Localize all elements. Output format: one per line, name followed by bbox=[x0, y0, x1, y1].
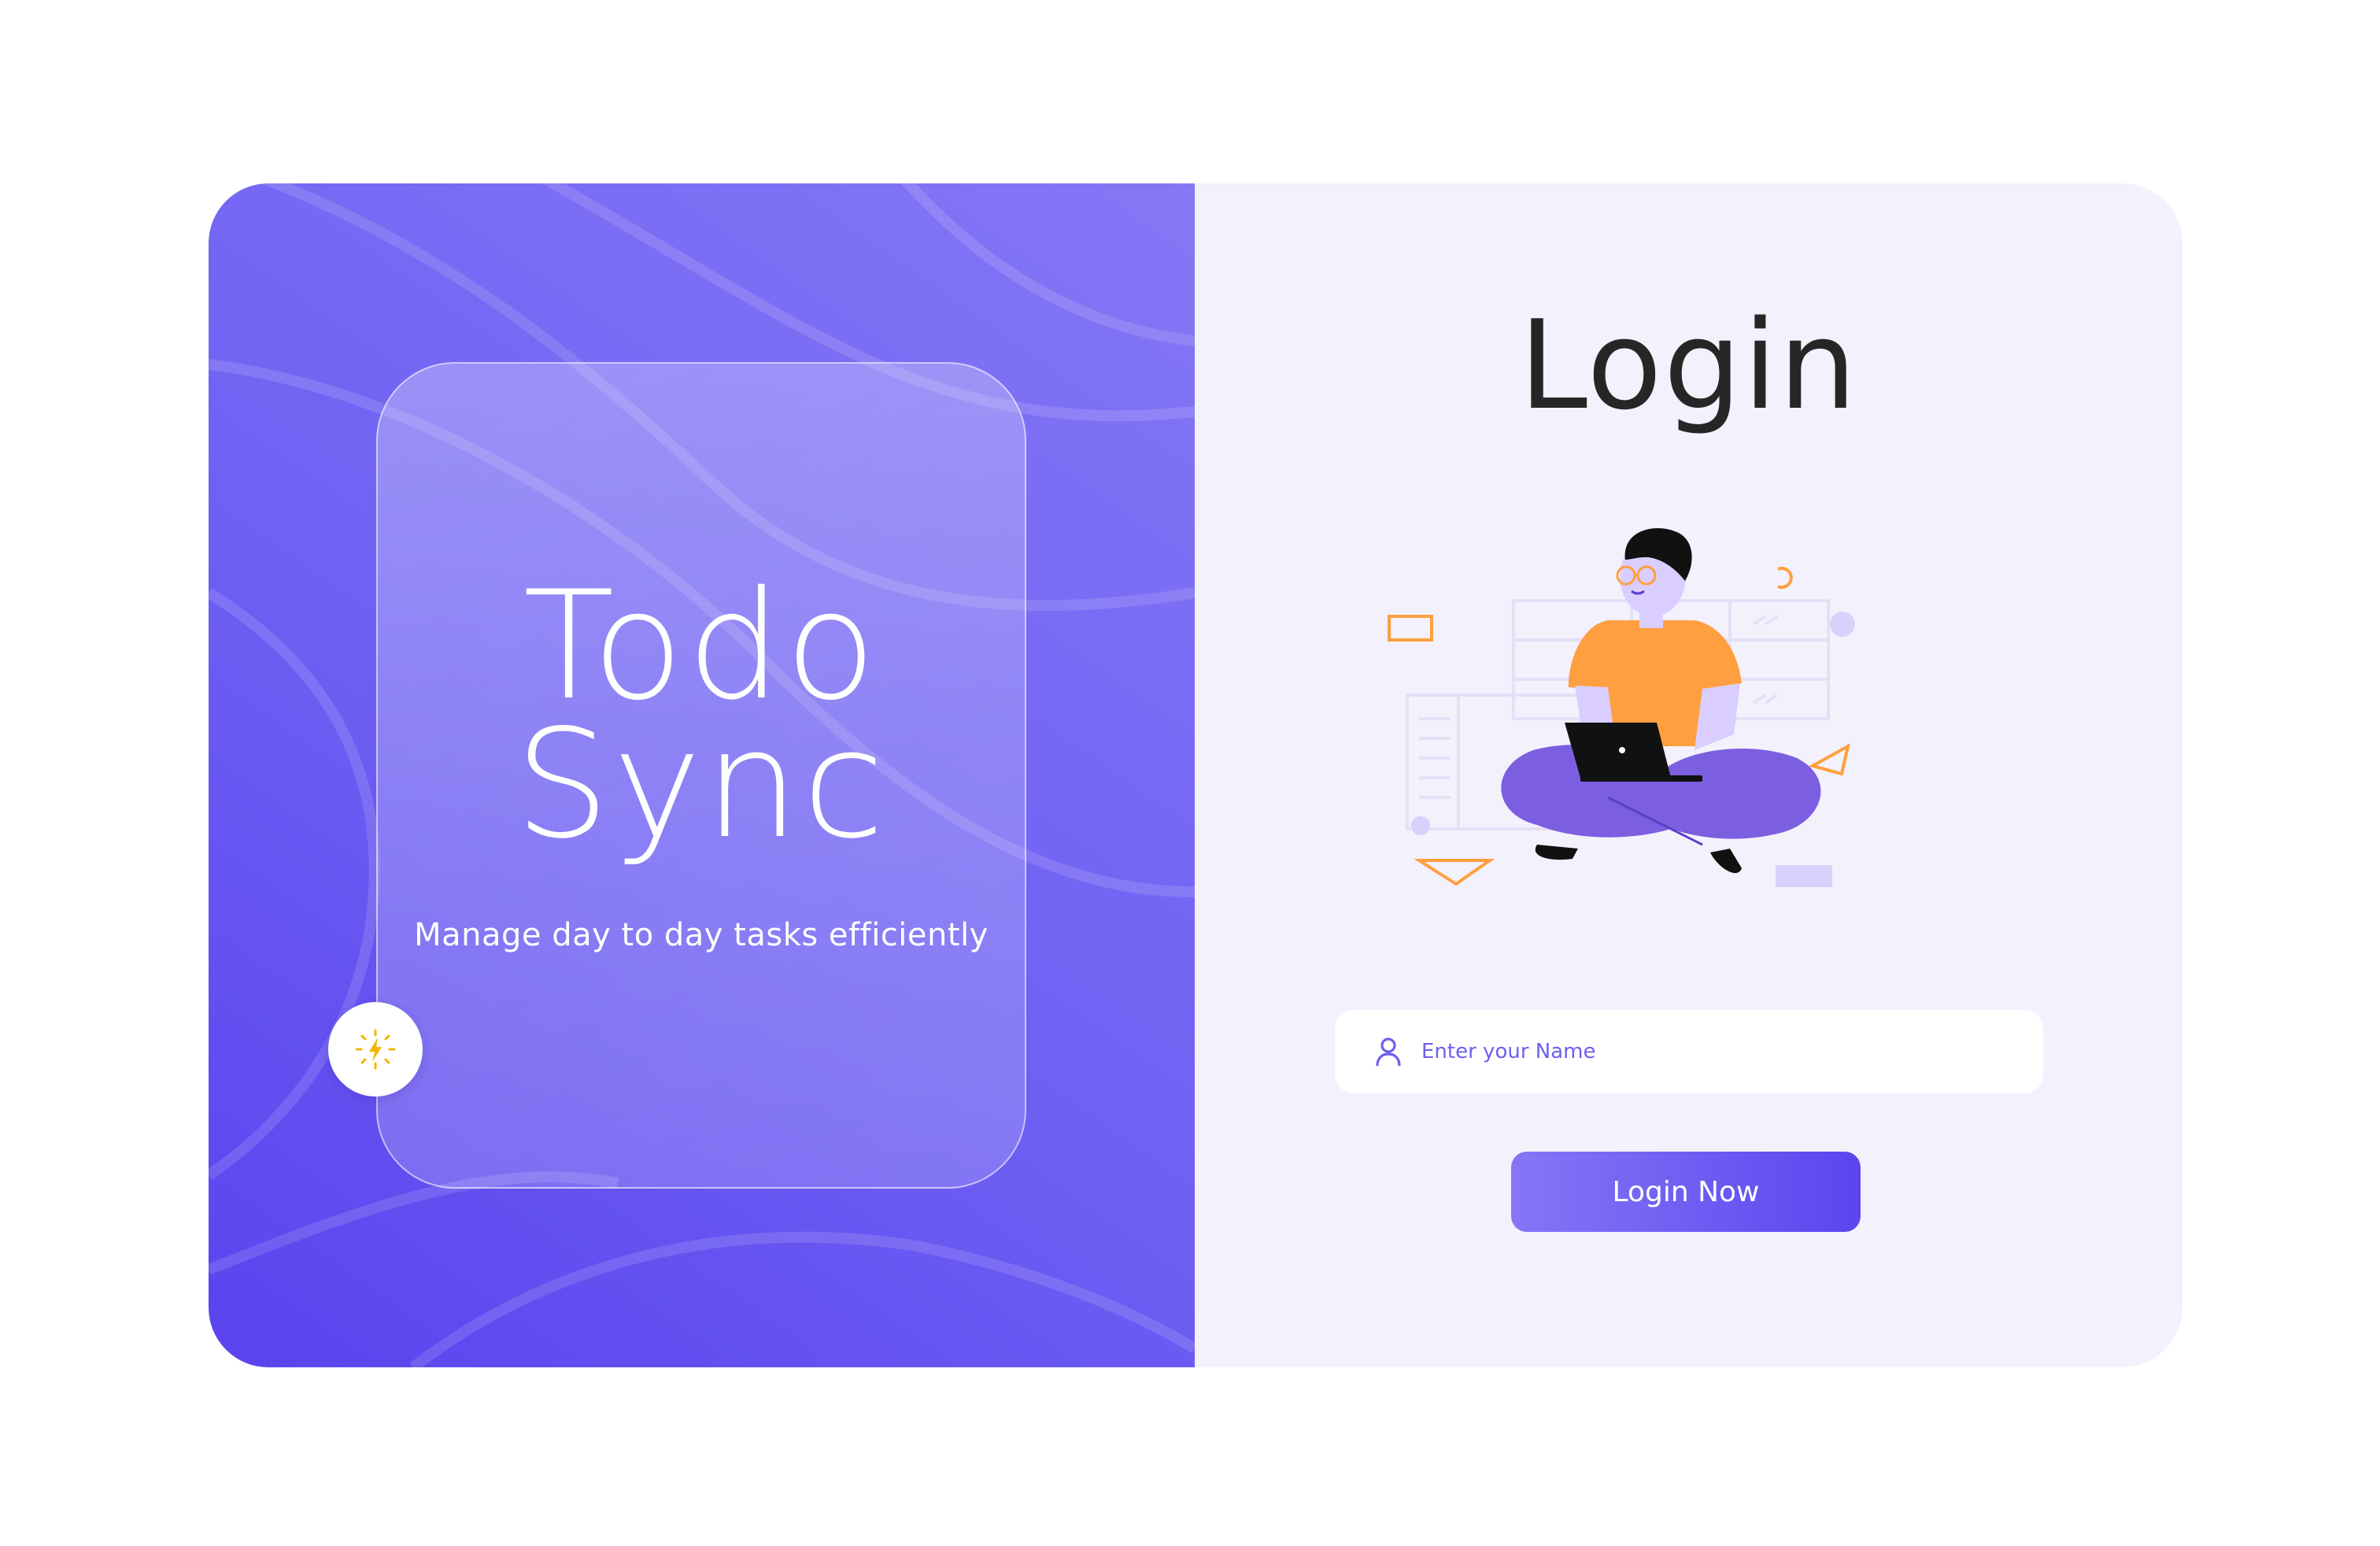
lightning-bolt-icon bbox=[355, 1029, 396, 1070]
person-with-laptop-illustration bbox=[1388, 528, 1855, 887]
login-heading: Login bbox=[1519, 294, 1858, 437]
login-panel: Login Enter your Name Login Now bbox=[1195, 183, 2182, 1367]
app-title-line-2: Sync bbox=[515, 697, 888, 871]
login-now-button[interactable]: Login Now bbox=[1511, 1152, 1861, 1232]
name-input[interactable] bbox=[1420, 1039, 2021, 1064]
app-title-line-1: Todo bbox=[523, 559, 880, 733]
app-tagline: Manage day to day tasks efficiently bbox=[414, 917, 989, 953]
name-field[interactable] bbox=[1335, 1010, 2043, 1093]
brand-panel: Todo Sync Manage day to day tasks effici… bbox=[209, 183, 1195, 1367]
login-card: Todo Sync Manage day to day tasks effici… bbox=[209, 183, 2182, 1367]
app-title: Todo Sync bbox=[376, 559, 1026, 871]
lightning-badge bbox=[328, 1002, 423, 1097]
user-icon bbox=[1376, 1037, 1401, 1067]
